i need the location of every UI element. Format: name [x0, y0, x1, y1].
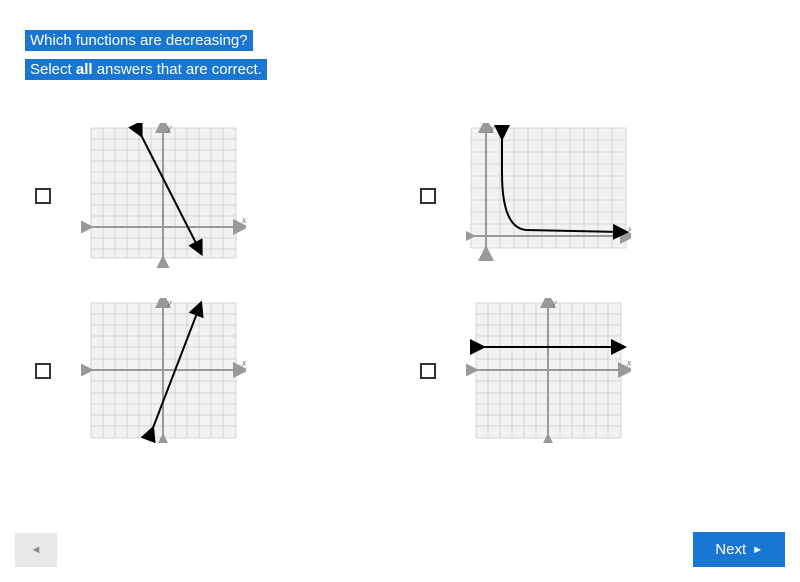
next-button[interactable]: Next ►	[693, 532, 785, 567]
question-line-1: Which functions are decreasing?	[25, 30, 253, 51]
instruction-suffix: answers that are correct.	[93, 61, 262, 78]
svg-text:y: y	[489, 123, 495, 133]
question-line-2: Select all answers that are correct.	[25, 59, 267, 80]
next-icon: ►	[752, 544, 763, 556]
checkbox-a[interactable]	[35, 188, 51, 204]
option-d: x y	[420, 298, 765, 443]
svg-text:y: y	[166, 123, 172, 133]
checkbox-b[interactable]	[420, 188, 436, 204]
svg-text:x: x	[626, 358, 631, 368]
checkbox-d[interactable]	[420, 363, 436, 379]
next-label: Next	[715, 541, 746, 558]
prev-button[interactable]: ◄	[15, 533, 57, 567]
option-b: x y	[420, 123, 765, 268]
option-a: x y	[35, 123, 380, 268]
graph-b: x y	[466, 123, 631, 268]
graph-d: x y	[466, 298, 631, 443]
instruction-bold: all	[76, 61, 93, 78]
svg-text:x: x	[627, 224, 631, 234]
options-grid: x y	[25, 123, 775, 443]
svg-text:y: y	[166, 298, 172, 308]
graph-c: x y	[81, 298, 246, 443]
svg-text:x: x	[241, 215, 246, 225]
footer-nav: ◄ Next ►	[15, 532, 785, 567]
checkbox-c[interactable]	[35, 363, 51, 379]
prev-icon: ◄	[31, 544, 42, 556]
svg-text:y: y	[551, 298, 557, 308]
option-c: x y	[35, 298, 380, 443]
svg-text:x: x	[241, 358, 246, 368]
instruction-prefix: Select	[30, 61, 76, 78]
graph-a: x y	[81, 123, 246, 268]
